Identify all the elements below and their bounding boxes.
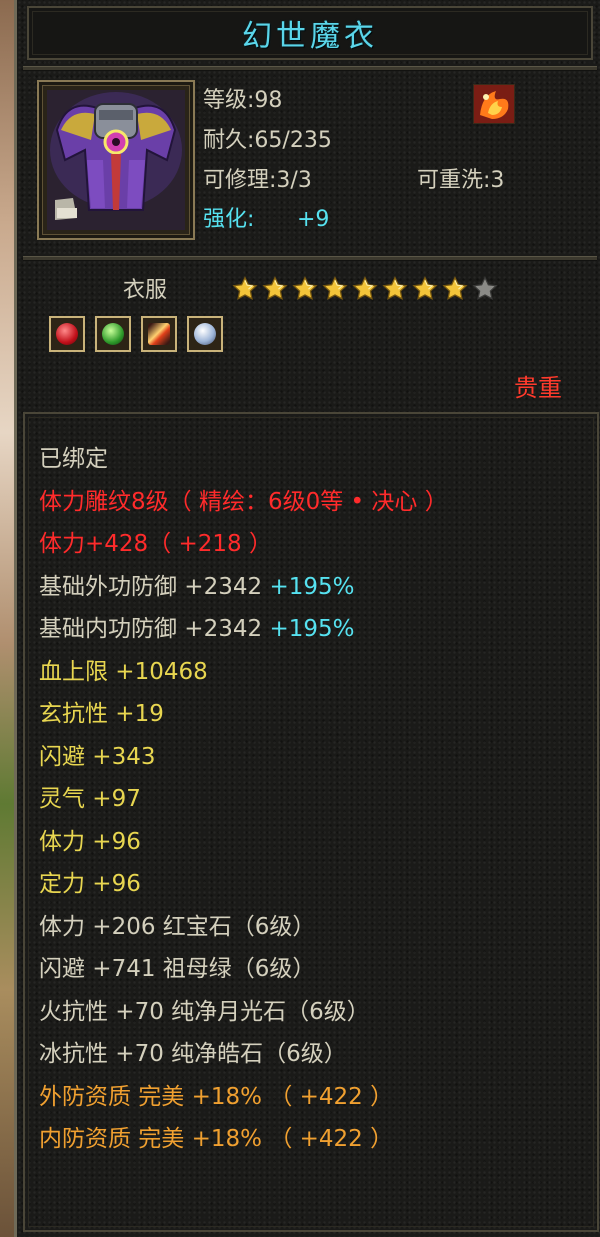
attribute-text: 闪避 +741 祖母绿（6级） [39,956,316,982]
attribute-line: 体力雕纹8级（ 精绘：6级0等 • 决心 ） [39,481,448,524]
attribute-text: 已绑定 [39,446,108,472]
attribute-text: 冰抗性 +70 纯净皓石（6级） [39,1041,347,1067]
star-empty-icon [471,276,501,302]
item-name: 幻世魔衣 [242,19,378,54]
emerald-gem-icon[interactable] [95,316,131,352]
attribute-line: 体力 +206 红宝石（6级） [39,906,448,949]
enhance-label: 强化: [203,207,255,232]
attribute-text: 体力 +96 [39,828,141,855]
attribute-line: 已绑定 [39,438,448,481]
attribute-text: 血上限 +10468 [39,658,208,685]
attribute-list: 已绑定体力雕纹8级（ 精绘：6级0等 • 决心 ） 体力+428（ +218 ） 基… [39,438,448,1161]
attribute-text: 体力+428（ +218 ） [39,531,272,557]
phoenix-emblem-icon [473,84,515,124]
attribute-text: 体力 +206 红宝石（6级） [39,913,316,940]
star-filled-icon [411,276,441,302]
attribute-line: 内防资质 完美 +18% （ +422 ） [39,1118,448,1161]
attribute-text: 外防资质 完美 +18% （ +422 ） [39,1083,394,1110]
attribute-text: 玄抗性 +19 [39,701,164,727]
attribute-text: +195% [269,616,355,642]
attribute-text: 基础外功防御 +2342 [39,573,270,600]
attribute-text: +195% [269,573,355,600]
item-type-label: 衣服 [123,278,168,303]
attribute-text: 内防资质 完美 +18% （ +422 ） [39,1126,394,1152]
attribute-line: 冰抗性 +70 纯净皓石（6级） [39,1033,448,1076]
star-filled-icon [231,276,261,302]
durability-text: 耐久:65/235 [203,128,332,153]
gem-slots [49,316,233,352]
diamond-gem-icon[interactable] [187,316,223,352]
attribute-line: 体力+428（ +218 ） [39,523,448,566]
robe-icon [47,90,185,230]
item-tooltip-panel: 幻世魔衣 等级:98 耐久:65/235 可修理:3/3 可重洗:3 强化: +… [14,0,600,1237]
attribute-line: 血上限 +10468 [39,651,448,694]
attribute-line: 基础内功防御 +2342 +195% [39,608,448,651]
quality-label: 贵重 [514,374,562,402]
attribute-text: 定力 +96 [39,871,141,897]
attribute-line: 灵气 +97 [39,778,448,821]
attribute-text: 基础内功防御 +2342 [39,616,270,642]
ruby-gem-icon[interactable] [49,316,85,352]
attribute-text: 体力雕纹8级（ 精绘：6级0等 • 决心 ） [39,488,448,515]
star-filled-icon [291,276,321,302]
enhance-value: +9 [297,207,330,232]
star-rating [231,276,501,302]
star-filled-icon [381,276,411,302]
attribute-line: 闪避 +343 [39,736,448,779]
attribute-line: 火抗性 +70 纯净月光石（6级） [39,991,448,1034]
attribute-line: 基础外功防御 +2342 +195% [39,566,448,609]
attribute-line: 玄抗性 +19 [39,693,448,736]
attribute-line: 体力 +96 [39,821,448,864]
star-filled-icon [321,276,351,302]
attribute-line: 定力 +96 [39,863,448,906]
attribute-text: 灵气 +97 [39,786,141,812]
attribute-text: 闪避 +343 [39,743,156,770]
rewash-count-text: 可重洗:3 [417,168,505,193]
attribute-line: 闪避 +741 祖母绿（6级） [39,948,448,991]
level-text: 等级:98 [203,88,283,113]
star-filled-icon [351,276,381,302]
star-filled-icon [261,276,291,302]
moonstone-gem-icon[interactable] [141,316,177,352]
attribute-text: 火抗性 +70 纯净月光石（6级） [39,998,370,1025]
star-filled-icon [441,276,471,302]
repair-count-text: 可修理:3/3 [203,168,312,193]
divider [23,256,597,261]
divider [23,66,597,71]
attribute-line: 外防资质 完美 +18% （ +422 ） [39,1076,448,1119]
item-title-bar: 幻世魔衣 [27,6,593,60]
item-icon-frame[interactable] [37,80,195,240]
